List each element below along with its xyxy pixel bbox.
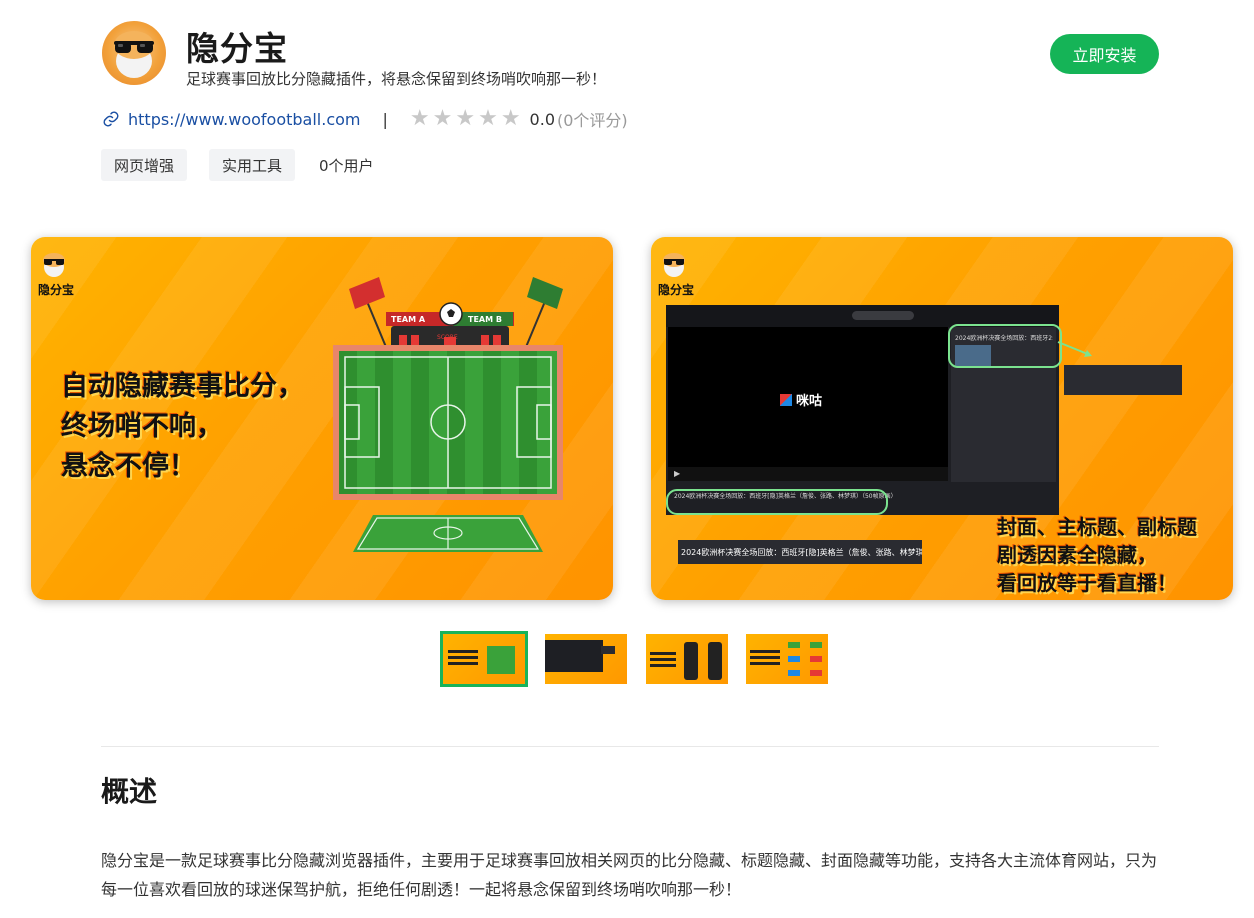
headline-line: 终场哨不响， xyxy=(61,411,223,442)
video-title-zoomed: 2024欧洲杯决赛全场回放：西班牙[隐]英格兰（詹俊、张路、林梦琪）（50帧原画… xyxy=(681,547,922,557)
thumbnail-4[interactable] xyxy=(746,634,828,684)
separator: | xyxy=(382,109,388,129)
thumb-text xyxy=(650,652,676,655)
thumb-text xyxy=(448,650,478,653)
video-screen: 咪咕 xyxy=(668,327,948,467)
tag-utility[interactable]: 实用工具 xyxy=(209,149,296,181)
thumb-phone xyxy=(684,642,698,680)
screenshot-2[interactable]: 隐分宝 咪咕 ▶ 2024欧洲杯决赛全场回放：西班牙2:1英格... 2024欧… xyxy=(651,237,1233,600)
site-search-input xyxy=(852,311,914,320)
star-icon: ★ xyxy=(455,106,476,131)
overview-text: 隐分宝是一款足球赛事比分隐藏浏览器插件，主要用于足球赛事回放相关网页的比分隐藏、… xyxy=(101,851,1158,899)
rating-count: (0个评分) xyxy=(557,111,628,130)
star-icon: ★ xyxy=(432,106,453,131)
app-title: 隐分宝 xyxy=(186,29,288,68)
overview-heading: 概述 xyxy=(101,775,158,808)
zoomed-title-bar: 2024欧洲杯决赛全场回放：西班牙[隐]英格兰（詹俊、张路、林梦琪）（50帧原画… xyxy=(678,540,922,564)
highlight-ring xyxy=(666,489,888,515)
app-logo xyxy=(102,21,166,85)
sunglasses-mascot-icon xyxy=(114,31,154,78)
football-pitch-icon xyxy=(333,345,563,552)
shot2-headline: 封面、主标题、副标题 剧透因素全隐藏， 看回放等于看直播！ xyxy=(997,513,1197,597)
arrow-icon xyxy=(1057,341,1092,357)
star-icon: ★ xyxy=(500,106,521,131)
play-icon: ▶ xyxy=(674,469,681,478)
thumbnail-3[interactable] xyxy=(646,634,728,684)
player-controls: ▶ xyxy=(668,467,948,481)
migu-logo-icon xyxy=(780,393,792,406)
section-divider xyxy=(101,746,1159,747)
site-logo: 咪咕 xyxy=(780,390,822,409)
score-label: SCORE xyxy=(437,334,458,341)
team-b-label: TEAM B xyxy=(468,315,502,324)
headline-line: 封面、主标题、副标题 xyxy=(997,515,1197,539)
link-icon xyxy=(103,111,119,127)
thumb-text xyxy=(750,650,780,653)
headline-line: 悬念不停！ xyxy=(61,451,196,482)
video-page-mock: 咪咕 ▶ 2024欧洲杯决赛全场回放：西班牙2:1英格... 2024欧洲杯决赛… xyxy=(666,305,1062,515)
team-a-label: TEAM A xyxy=(391,315,426,324)
thumb-card xyxy=(601,646,615,654)
mascot-icon xyxy=(663,253,685,277)
mascot-icon xyxy=(43,253,65,277)
thumbnail-1[interactable] xyxy=(440,631,528,687)
thumb-pitch xyxy=(487,646,515,674)
meta-row: https://www.woofootball.com | ★ ★ ★ ★ ★ … xyxy=(102,106,628,132)
star-icon: ★ xyxy=(409,106,430,131)
shot-logo-text: 隐分宝 xyxy=(38,283,75,297)
headline-line: 看回放等于看直播！ xyxy=(997,571,1177,595)
headline-line: 自动隐藏赛事比分， xyxy=(61,371,304,402)
install-button[interactable]: 立即安装 xyxy=(1050,34,1159,74)
zoomed-playlist-card xyxy=(1064,365,1182,395)
shot-logo-text: 隐分宝 xyxy=(658,283,695,297)
tag-web-enhance[interactable]: 网页增强 xyxy=(101,149,188,181)
thumb-player xyxy=(545,640,603,672)
website-link[interactable]: https://www.woofootball.com xyxy=(128,110,360,129)
highlight-ring xyxy=(948,324,1062,368)
app-tagline: 足球赛事回放比分隐藏插件，将悬念保留到终场哨吹响那一秒！ xyxy=(186,70,607,88)
thumbnail-2[interactable] xyxy=(545,634,627,684)
shot1-headline: 自动隐藏赛事比分， 终场哨不响， 悬念不停！ xyxy=(61,367,304,487)
rating-value: 0.0 xyxy=(529,109,555,129)
thumb-phone xyxy=(708,642,722,680)
screenshot-1[interactable]: 隐分宝 自动隐藏赛事比分， 终场哨不响， 悬念不停！ TEAM A TEAM B… xyxy=(31,237,613,600)
star-icon: ★ xyxy=(478,106,498,131)
user-count: 0个用户 xyxy=(319,156,374,175)
thumb-site-logos xyxy=(788,642,800,648)
site-logo-text: 咪咕 xyxy=(796,394,823,409)
headline-line: 剧透因素全隐藏， xyxy=(997,543,1157,567)
